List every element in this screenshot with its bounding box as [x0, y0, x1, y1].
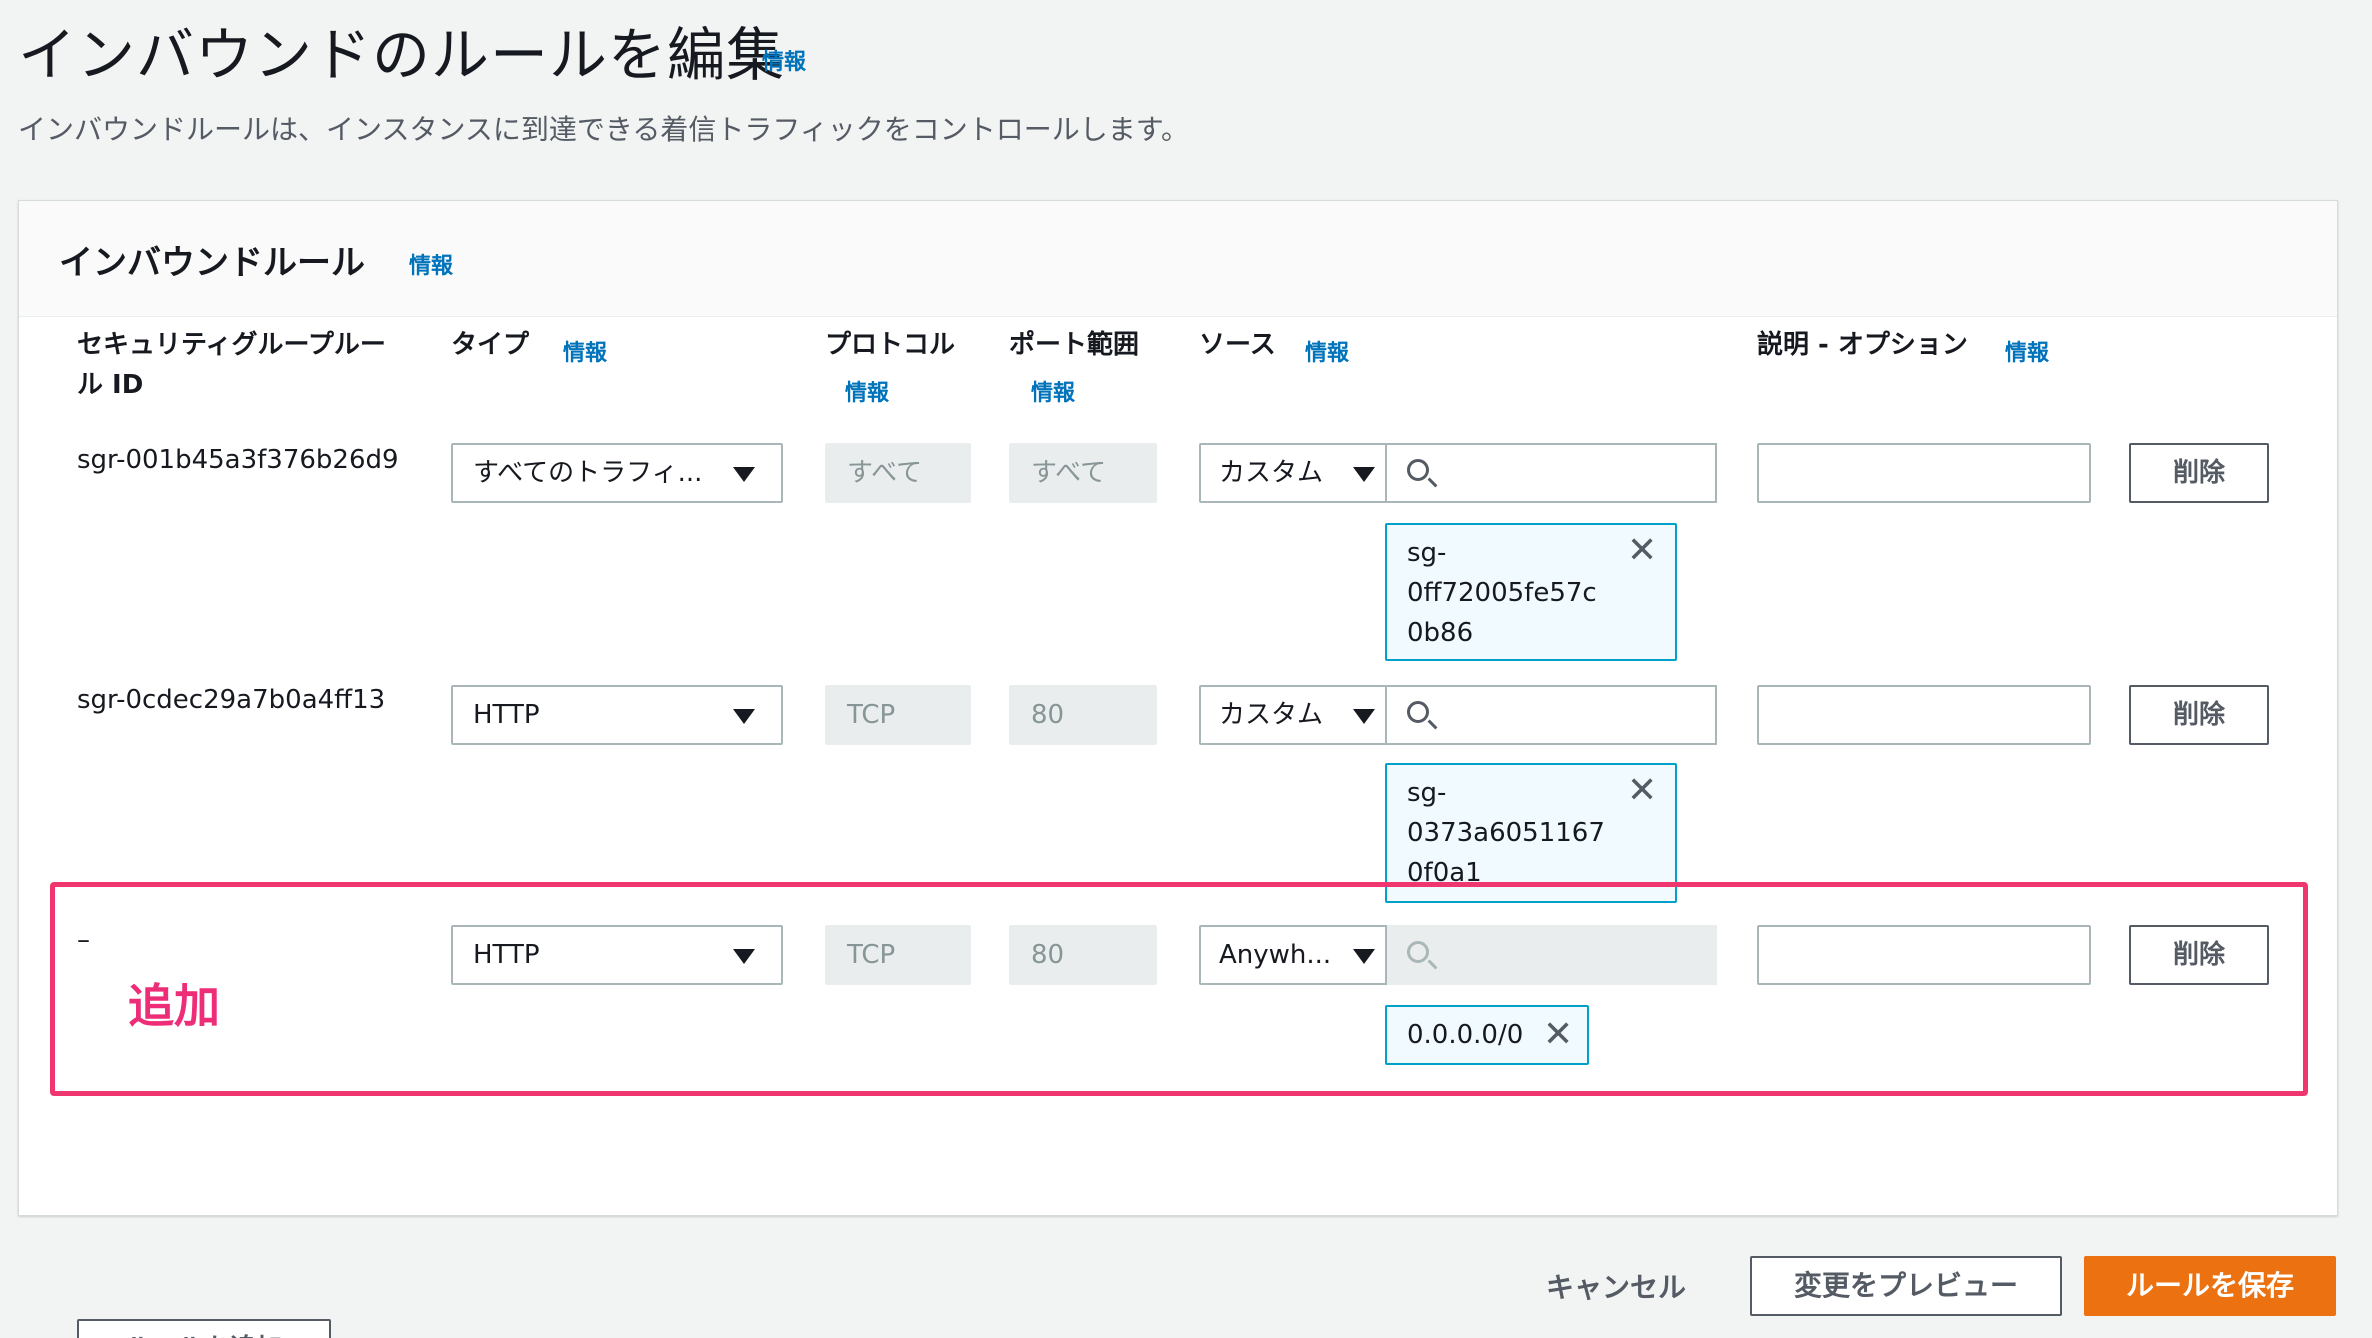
- col-source: ソース: [1199, 330, 1276, 360]
- title-info-link[interactable]: 情報: [762, 44, 806, 76]
- delete-rule-button[interactable]: 削除: [2129, 685, 2269, 745]
- panel-header: インバウンドルール 情報: [19, 201, 2337, 317]
- token-line: sg-: [1407, 778, 1447, 808]
- added-annotation-label: 追加: [128, 979, 220, 1033]
- col-type-info-link[interactable]: 情報: [563, 335, 607, 367]
- panel-title: インバウンドルール: [59, 243, 365, 283]
- col-rule-id-line1: セキュリティグループルー: [77, 330, 386, 360]
- type-select[interactable]: HTTP: [451, 685, 783, 745]
- token-line: 0b86: [1407, 618, 1474, 648]
- type-select-value: すべてのトラフィ...: [473, 458, 703, 488]
- remove-token-icon[interactable]: ✕: [1627, 533, 1657, 569]
- caret-down-icon: [1353, 467, 1375, 482]
- col-type: タイプ: [451, 330, 530, 360]
- page-title: インバウンドのルールを編集: [18, 21, 786, 89]
- source-type-value: カスタム: [1219, 700, 1324, 730]
- col-port-info-link[interactable]: 情報: [1031, 375, 1075, 407]
- rule-id: sgr-001b45a3f376b26d9: [77, 445, 399, 475]
- col-protocol: プロトコル: [825, 330, 956, 360]
- caret-down-icon: [1353, 709, 1375, 724]
- protocol-field: すべて: [825, 443, 971, 503]
- type-select[interactable]: すべてのトラフィ...: [451, 443, 783, 503]
- rule-id: sgr-0cdec29a7b0a4ff13: [77, 685, 386, 715]
- cancel-button[interactable]: キャンセル: [1546, 1266, 1686, 1306]
- caret-down-icon: [733, 467, 755, 482]
- col-port: ポート範囲: [1009, 330, 1140, 360]
- delete-rule-button[interactable]: 削除: [2129, 443, 2269, 503]
- remove-token-icon[interactable]: ✕: [1627, 773, 1657, 809]
- col-protocol-info-link[interactable]: 情報: [845, 375, 889, 407]
- type-select-value: HTTP: [473, 700, 540, 730]
- token-line: 0373a6051167: [1407, 818, 1605, 848]
- col-description-info-link[interactable]: 情報: [2005, 335, 2049, 367]
- page-description: インバウンドルールは、インスタンスに到達できる着信トラフィックをコントロールしま…: [18, 113, 1189, 146]
- source-type-select[interactable]: カスタム: [1199, 443, 1387, 503]
- col-source-info-link[interactable]: 情報: [1305, 335, 1349, 367]
- search-icon: [1407, 701, 1429, 723]
- col-rule-id-line2: ル ID: [77, 370, 144, 400]
- search-icon: [1407, 459, 1429, 481]
- source-token: sg- 0ff72005fe57c 0b86 ✕: [1385, 523, 1677, 661]
- source-search-input[interactable]: [1387, 443, 1717, 503]
- description-input[interactable]: [1757, 685, 2091, 745]
- panel-info-link[interactable]: 情報: [409, 248, 453, 280]
- save-rules-button[interactable]: ルールを保存: [2084, 1256, 2336, 1316]
- token-line: 0ff72005fe57c: [1407, 578, 1597, 608]
- source-type-select[interactable]: カスタム: [1199, 685, 1387, 745]
- col-rule-id: セキュリティグループルー ル ID: [77, 325, 386, 405]
- port-range-field: すべて: [1009, 443, 1157, 503]
- source-type-value: カスタム: [1219, 458, 1324, 488]
- add-rule-button[interactable]: ルールを追加: [77, 1319, 331, 1338]
- added-rule-highlight-box: [50, 882, 2308, 1096]
- source-search-input[interactable]: [1387, 685, 1717, 745]
- preview-changes-button[interactable]: 変更をプレビュー: [1750, 1256, 2062, 1316]
- protocol-field: TCP: [825, 685, 971, 745]
- col-description: 説明 - オプション: [1757, 330, 1968, 360]
- token-line: sg-: [1407, 538, 1447, 568]
- port-range-field: 80: [1009, 685, 1157, 745]
- description-input[interactable]: [1757, 443, 2091, 503]
- caret-down-icon: [733, 709, 755, 724]
